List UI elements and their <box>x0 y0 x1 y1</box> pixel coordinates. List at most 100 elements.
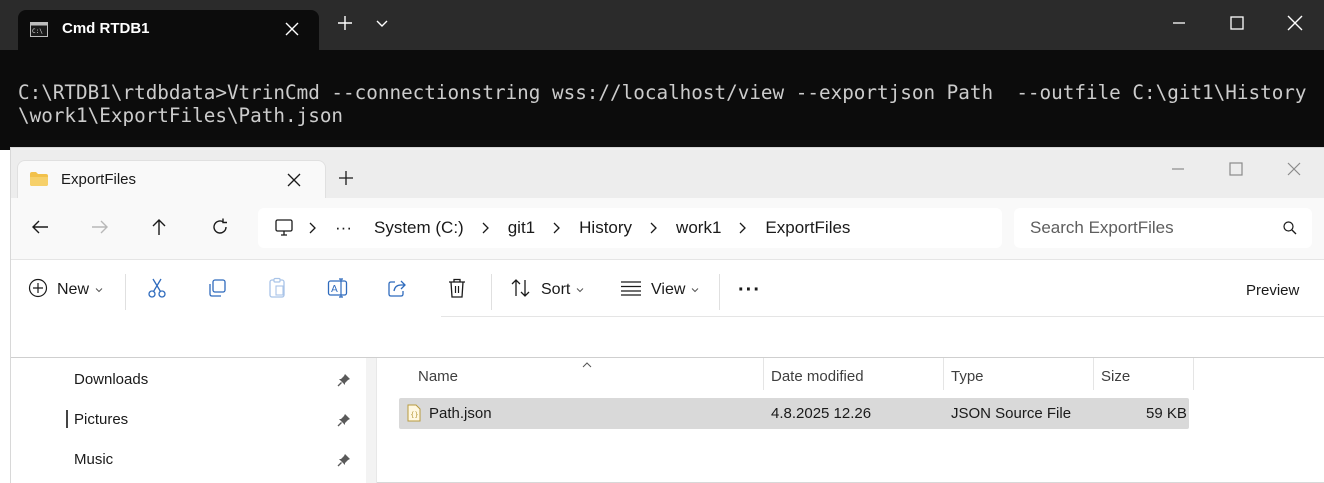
column-header-size[interactable]: Size <box>1101 368 1130 385</box>
file-name: Path.json <box>429 405 492 422</box>
nav-item-music[interactable]: Music <box>11 441 361 477</box>
terminal-icon: C:\ <box>30 22 48 42</box>
close-icon[interactable] <box>284 21 300 42</box>
cut-button[interactable] <box>147 274 167 306</box>
more-options-label: ··· <box>738 278 761 301</box>
column-header-name[interactable]: Name <box>418 368 458 385</box>
column-divider[interactable] <box>1193 358 1194 390</box>
preview-button[interactable]: Preview <box>1246 274 1299 306</box>
pin-icon[interactable] <box>337 413 351 432</box>
view-button[interactable]: View <box>620 274 699 306</box>
toolbar-divider <box>125 274 126 310</box>
column-divider[interactable] <box>943 358 944 390</box>
sort-ascending-icon <box>581 356 593 374</box>
sort-button[interactable]: Sort <box>510 274 584 306</box>
delete-button[interactable] <box>447 274 467 306</box>
breadcrumb-history[interactable]: History <box>568 218 643 238</box>
plus-icon <box>338 170 354 191</box>
breadcrumb-git1[interactable]: git1 <box>497 218 546 238</box>
pin-icon[interactable] <box>337 453 351 472</box>
svg-text:{}: {} <box>410 411 418 419</box>
chevron-down-icon <box>576 281 584 299</box>
search-box[interactable] <box>1014 208 1312 248</box>
forward-button[interactable] <box>88 217 112 241</box>
search-icon[interactable] <box>1282 220 1298 241</box>
rename-button[interactable]: A <box>327 274 349 306</box>
new-tab-button[interactable] <box>332 12 358 38</box>
svg-text:A: A <box>331 284 338 295</box>
column-header-type[interactable]: Type <box>951 368 984 385</box>
share-button[interactable] <box>387 274 407 306</box>
arrow-left-icon <box>30 217 50 242</box>
more-options-button[interactable]: ··· <box>738 274 761 306</box>
chevron-right-icon[interactable] <box>550 221 564 235</box>
list-view-icon <box>620 279 642 302</box>
maximize-icon <box>1228 161 1244 182</box>
refresh-icon <box>210 217 230 242</box>
close-icon <box>1286 161 1302 182</box>
new-button[interactable]: New <box>28 274 103 306</box>
terminal-window: C:\ Cmd RTDB1 C:\RTDB1\rtdbdata>VtrinCmd… <box>0 0 1324 150</box>
pin-icon[interactable] <box>337 373 351 392</box>
terminal-command-line[interactable]: C:\RTDB1\rtdbdata>VtrinCmd --connections… <box>18 81 1318 127</box>
explorer-maximize-button[interactable] <box>1222 157 1250 185</box>
this-pc-icon[interactable] <box>274 218 294 238</box>
up-button[interactable] <box>147 217 171 241</box>
table-row[interactable]: {} Path.json 4.8.2025 12.26 JSON Source … <box>399 398 1189 429</box>
trash-icon <box>447 277 467 304</box>
nav-item-pictures[interactable]: Pictures <box>11 401 361 437</box>
column-divider[interactable] <box>763 358 764 390</box>
chevron-right-icon[interactable] <box>647 221 661 235</box>
chevron-down-icon <box>95 281 103 299</box>
breadcrumb-work1[interactable]: work1 <box>665 218 732 238</box>
toolbar-divider <box>719 274 720 310</box>
column-header-date-modified[interactable]: Date modified <box>771 368 864 385</box>
address-bar[interactable]: ··· System (C:) git1 History work1 Expor… <box>258 208 1002 248</box>
rename-icon: A <box>327 277 349 303</box>
arrow-up-icon <box>149 217 169 242</box>
file-explorer-window: ExportFiles ··· System (C:) git1 History… <box>10 147 1324 483</box>
maximize-icon <box>1229 15 1245 36</box>
chevron-right-icon[interactable] <box>306 221 320 235</box>
terminal-maximize-button[interactable] <box>1224 12 1250 38</box>
arrow-right-icon <box>90 217 110 242</box>
svg-text:C:\: C:\ <box>32 28 43 35</box>
close-icon[interactable] <box>286 172 302 193</box>
preview-button-label: Preview <box>1246 281 1300 299</box>
folder-icon <box>29 171 49 192</box>
toolbar-divider <box>491 274 492 310</box>
scissors-icon <box>147 277 167 304</box>
chevron-right-icon[interactable] <box>479 221 493 235</box>
breadcrumb-overflow[interactable]: ··· <box>324 218 363 238</box>
chevron-right-icon[interactable] <box>736 221 750 235</box>
breadcrumb-system-c[interactable]: System (C:) <box>363 218 475 238</box>
terminal-tab-title: Cmd RTDB1 <box>62 20 150 37</box>
column-divider[interactable] <box>1093 358 1094 390</box>
file-size: 59 KB <box>1146 405 1187 422</box>
nav-item-downloads[interactable]: Downloads <box>11 361 361 397</box>
refresh-button[interactable] <box>208 217 232 241</box>
explorer-minimize-button[interactable] <box>1164 157 1192 185</box>
back-button[interactable] <box>28 217 52 241</box>
terminal-minimize-button[interactable] <box>1166 12 1192 38</box>
paste-button[interactable] <box>267 274 287 306</box>
file-list: Name Date modified Type Size {} Path.jso… <box>377 358 1324 483</box>
search-input[interactable] <box>1030 217 1270 239</box>
file-date-modified: 4.8.2025 12.26 <box>771 405 872 422</box>
plus-icon <box>337 15 353 36</box>
explorer-close-button[interactable] <box>1280 157 1308 185</box>
copy-button[interactable] <box>207 274 227 306</box>
explorer-new-tab-button[interactable] <box>332 166 360 194</box>
nav-item-label: Music <box>74 451 114 468</box>
close-icon <box>1286 14 1304 37</box>
terminal-close-button[interactable] <box>1282 12 1308 38</box>
nav-pane-scrollbar[interactable] <box>366 358 376 483</box>
explorer-tab-title: ExportFiles <box>61 171 137 188</box>
terminal-tab[interactable]: C:\ Cmd RTDB1 <box>18 10 319 50</box>
tab-dropdown-button[interactable] <box>369 12 395 38</box>
minimize-icon <box>1171 15 1187 36</box>
json-file-icon: {} <box>407 404 421 427</box>
breadcrumb-exportfiles[interactable]: ExportFiles <box>754 218 861 238</box>
explorer-tab[interactable]: ExportFiles <box>17 160 326 199</box>
toolbar-separator <box>441 316 1324 317</box>
